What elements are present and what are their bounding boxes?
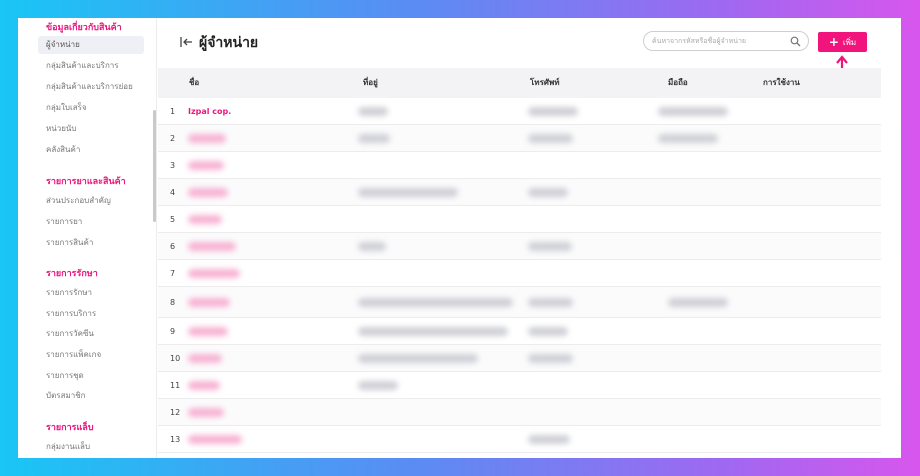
sidebar-item[interactable]: กลุ่มสินค้าและบริการ <box>38 57 144 75</box>
redacted-cell <box>658 134 718 143</box>
table-row[interactable]: 11 <box>158 372 881 399</box>
main-content: ผู้จำหน่าย + เพิ่ม ชื่อ ที่อยู่ โทรศัพท์… <box>158 18 901 458</box>
sidebar-item[interactable]: ผู้จำหน่าย <box>38 36 144 54</box>
sidebar-section-title: รายการรักษา <box>46 269 98 279</box>
table-row[interactable]: 1 Izpal cop. <box>158 98 881 125</box>
redacted-cell <box>658 107 728 116</box>
search-input[interactable] <box>652 34 782 48</box>
sidebar-item[interactable]: รายการสินค้า <box>38 234 144 252</box>
plus-icon: + <box>828 35 839 49</box>
table-row[interactable]: 10 <box>158 345 881 372</box>
table-body: 1 Izpal cop. 2 3 4 5 6 7 8 9 10 11 12 13 <box>158 98 881 453</box>
table-row[interactable]: 4 <box>158 179 881 206</box>
sidebar-item[interactable]: รายการแพ็คเกจ <box>38 346 144 364</box>
row-number: 1 <box>170 107 176 116</box>
redacted-cell <box>188 435 242 444</box>
row-number: 6 <box>170 242 176 251</box>
row-number: 9 <box>170 327 176 336</box>
redacted-cell <box>188 134 226 143</box>
redacted-cell <box>188 161 224 170</box>
row-number: 3 <box>170 161 176 170</box>
search-box[interactable] <box>643 31 809 51</box>
table-row[interactable]: 13 <box>158 426 881 453</box>
redacted-cell <box>188 381 220 390</box>
row-number: 4 <box>170 188 176 197</box>
row-number: 11 <box>170 381 181 390</box>
table-header: ชื่อ ที่อยู่ โทรศัพท์ มือถือ การใช้งาน <box>158 68 881 98</box>
column-header-address: ที่อยู่ <box>363 78 378 87</box>
column-header-mobile: มือถือ <box>668 78 688 87</box>
table-row[interactable]: 7 <box>158 260 881 287</box>
redacted-cell <box>358 354 478 363</box>
app-window: ข้อมูลเกี่ยวกับสินค้าผู้จำหน่ายกลุ่มสินค… <box>18 18 901 458</box>
redacted-cell <box>528 327 568 336</box>
column-header-name: ชื่อ <box>189 78 200 87</box>
sidebar-item[interactable]: รายการยา <box>38 213 144 231</box>
row-number: 13 <box>170 435 181 444</box>
table-row[interactable]: 9 <box>158 318 881 345</box>
sidebar-item[interactable]: คลังสินค้า <box>38 141 144 159</box>
redacted-cell <box>528 242 572 251</box>
row-number: 10 <box>170 354 181 363</box>
row-number: 7 <box>170 269 176 278</box>
sidebar-section-title: รายการแล็บ <box>46 423 94 433</box>
redacted-cell <box>188 298 230 307</box>
column-header-phone: โทรศัพท์ <box>530 78 560 87</box>
column-header-status: การใช้งาน <box>763 78 800 87</box>
row-number: 5 <box>170 215 176 224</box>
add-button[interactable]: + เพิ่ม <box>818 32 867 52</box>
redacted-cell <box>188 215 222 224</box>
sidebar-section-title: รายการยาและสินค้า <box>46 177 126 187</box>
redacted-cell <box>668 298 728 307</box>
row-number: 12 <box>170 408 181 417</box>
redacted-cell <box>188 188 228 197</box>
redacted-cell <box>528 107 578 116</box>
redacted-cell <box>188 354 222 363</box>
table-row[interactable]: 3 <box>158 152 881 179</box>
redacted-cell <box>358 381 398 390</box>
table-row[interactable]: 6 <box>158 233 881 260</box>
sidebar-section-title: ข้อมูลเกี่ยวกับสินค้า <box>46 23 122 33</box>
sidebar: ข้อมูลเกี่ยวกับสินค้าผู้จำหน่ายกลุ่มสินค… <box>18 18 157 458</box>
sidebar-item[interactable]: รายการวัคซีน <box>38 325 144 343</box>
redacted-cell <box>188 242 236 251</box>
add-button-label: เพิ่ม <box>842 37 857 47</box>
redacted-cell <box>528 298 573 307</box>
search-icon[interactable] <box>790 36 801 47</box>
redacted-cell <box>358 298 513 307</box>
redacted-cell <box>188 269 240 278</box>
redacted-cell <box>358 134 390 143</box>
sidebar-item[interactable]: รายการรักษา <box>38 284 144 302</box>
supplier-name-link[interactable]: Izpal cop. <box>188 98 231 125</box>
table-row[interactable]: 12 <box>158 399 881 426</box>
redacted-cell <box>528 134 573 143</box>
row-number: 2 <box>170 134 176 143</box>
table-row[interactable]: 2 <box>158 125 881 152</box>
sidebar-item[interactable]: หน่วยนับ <box>38 120 144 138</box>
redacted-cell <box>358 188 458 197</box>
sidebar-item[interactable]: บัตรสมาชิก <box>38 387 144 405</box>
redacted-cell <box>528 435 570 444</box>
redacted-cell <box>188 327 228 336</box>
sidebar-item[interactable]: กลุ่มงานแล็บ <box>38 438 144 456</box>
redacted-cell <box>528 354 573 363</box>
redacted-cell <box>358 107 388 116</box>
collapse-left-icon[interactable] <box>179 35 193 49</box>
sidebar-item[interactable]: กลุ่มสินค้าและบริการย่อย <box>38 78 144 96</box>
table-row[interactable]: 5 <box>158 206 881 233</box>
redacted-cell <box>358 242 386 251</box>
sidebar-scrollbar[interactable] <box>153 110 156 222</box>
sidebar-item[interactable]: ส่วนประกอบสำคัญ <box>38 192 144 210</box>
row-number: 8 <box>170 298 176 307</box>
sidebar-item[interactable]: รายการบริการ <box>38 305 144 323</box>
sidebar-item[interactable]: กลุ่มใบเสร็จ <box>38 99 144 117</box>
redacted-cell <box>188 408 224 417</box>
redacted-cell <box>528 188 568 197</box>
sidebar-item[interactable]: รายการชุด <box>38 367 144 385</box>
page-title: ผู้จำหน่าย <box>199 35 259 51</box>
table-row[interactable]: 8 <box>158 287 881 318</box>
redacted-cell <box>358 327 508 336</box>
